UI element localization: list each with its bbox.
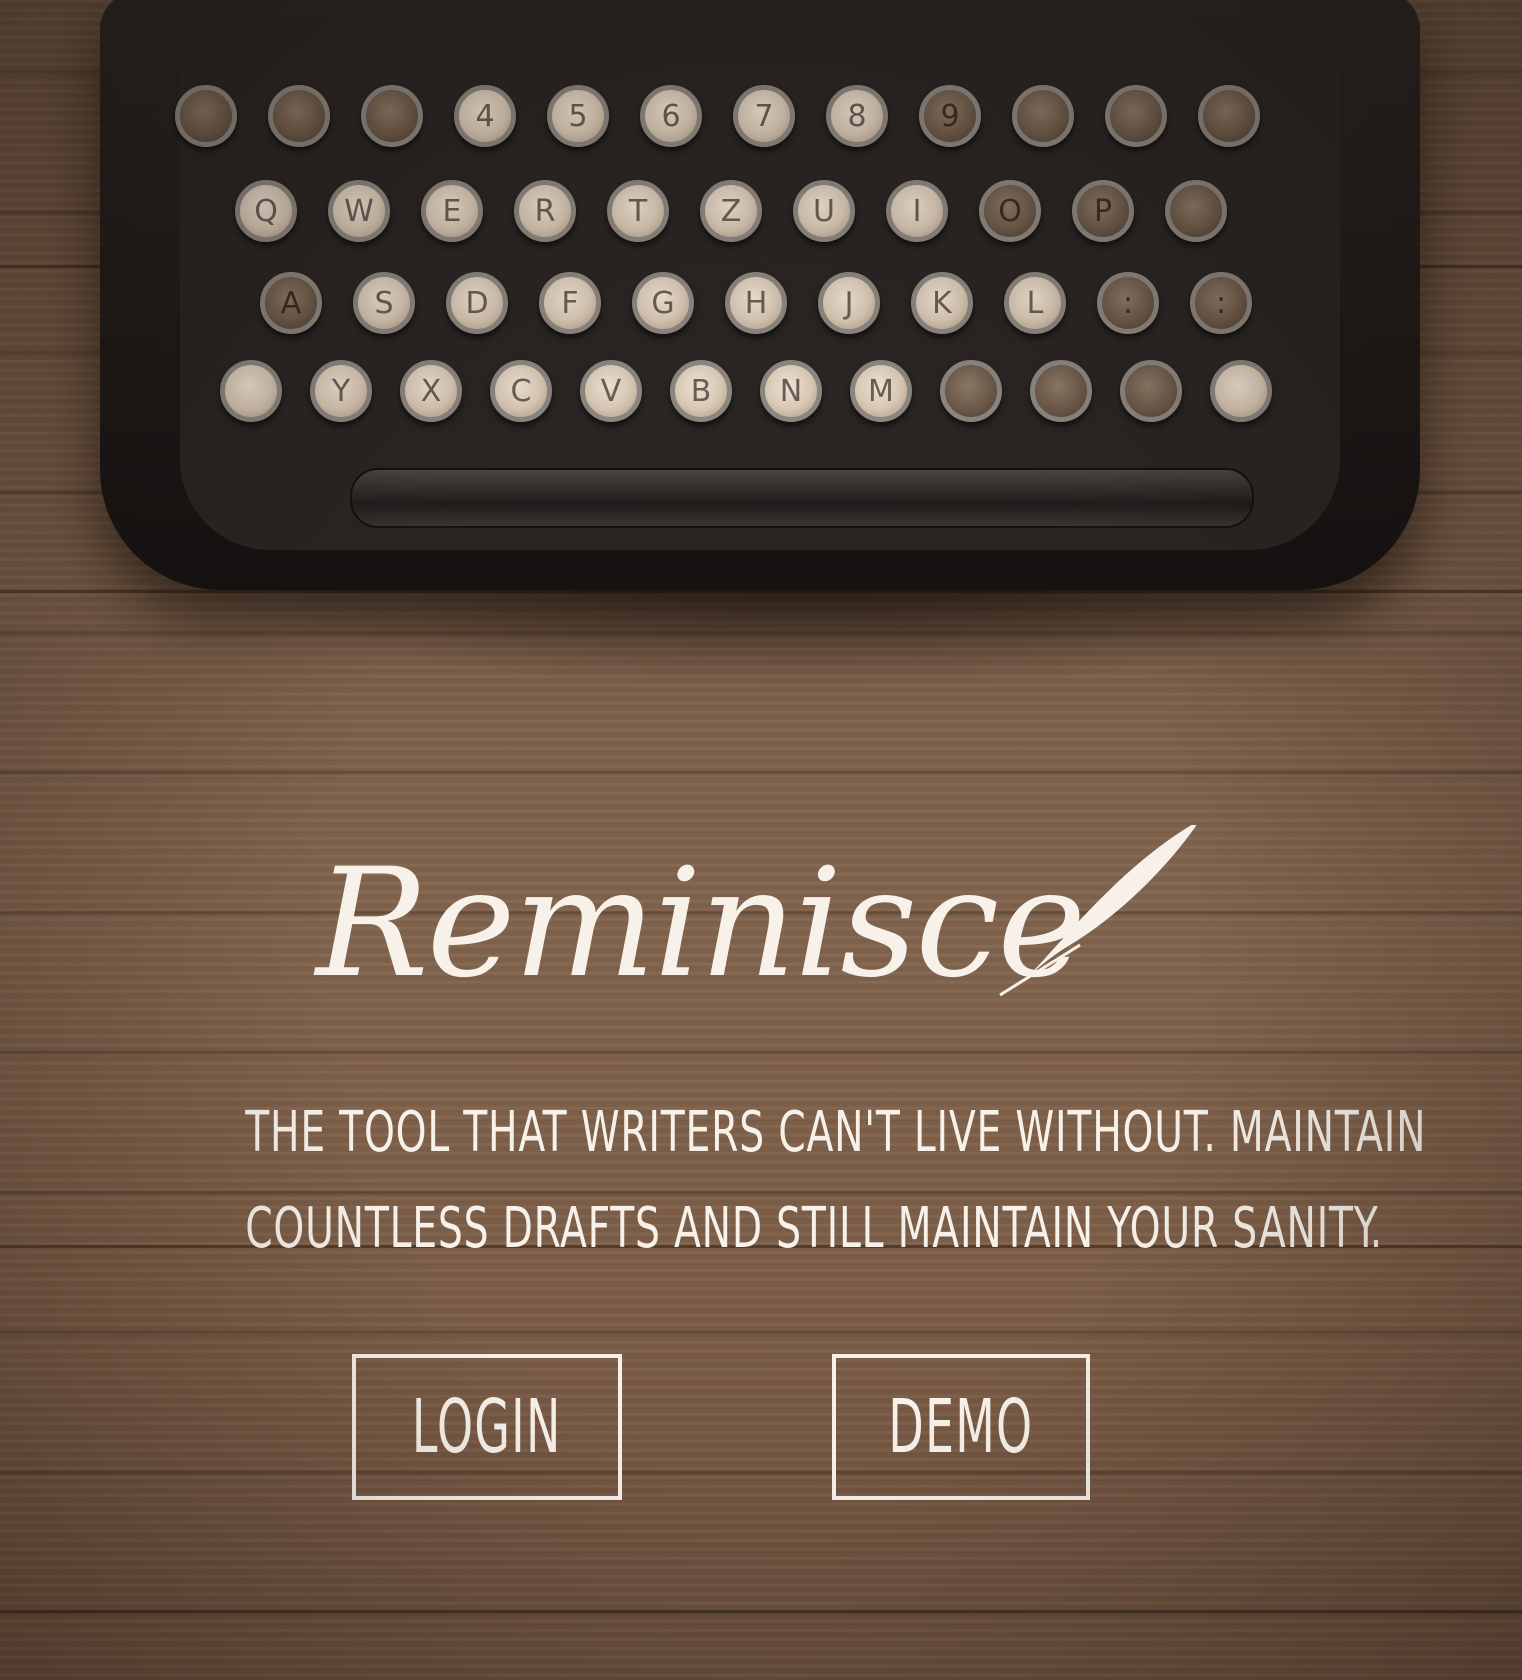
reminisce-logo: Reminisce <box>313 825 1197 1011</box>
typewriter-key: V <box>580 360 642 422</box>
typewriter-key: O <box>979 180 1041 242</box>
demo-button[interactable]: DEMO <box>832 1354 1090 1500</box>
typewriter-key: Z <box>700 180 762 242</box>
typewriter-key: H <box>725 272 787 334</box>
typewriter-key <box>1105 85 1167 147</box>
typewriter-key: N <box>760 360 822 422</box>
typewriter-key <box>220 360 282 422</box>
logo-text: Reminisce <box>313 837 1084 1011</box>
login-button[interactable]: LOGIN <box>352 1354 622 1500</box>
typewriter-key: K <box>911 272 973 334</box>
typewriter-key: X <box>400 360 462 422</box>
typewriter-key <box>1012 85 1074 147</box>
typewriter-image: 456789QWERTZUIOPASDFGHJKL::YXCVBNM <box>60 0 1460 690</box>
typewriter-key <box>175 85 237 147</box>
typewriter-space-bar <box>350 468 1254 528</box>
typewriter-key: D <box>446 272 508 334</box>
typewriter-key: J <box>818 272 880 334</box>
typewriter-key: L <box>1004 272 1066 334</box>
typewriter-key: : <box>1097 272 1159 334</box>
typewriter-key: W <box>328 180 390 242</box>
typewriter-key: M <box>850 360 912 422</box>
typewriter-key: R <box>514 180 576 242</box>
typewriter-key: P <box>1072 180 1134 242</box>
typewriter-key <box>1210 360 1272 422</box>
typewriter-key: Q <box>235 180 297 242</box>
typewriter-key: A <box>260 272 322 334</box>
typewriter-key: 6 <box>640 85 702 147</box>
wood-plank-seam <box>0 1610 1522 1613</box>
typewriter-key: Y <box>310 360 372 422</box>
typewriter-key: T <box>607 180 669 242</box>
typewriter-key: S <box>353 272 415 334</box>
typewriter-key <box>1030 360 1092 422</box>
typewriter-key <box>1165 180 1227 242</box>
tagline: The tool that writers can't live without… <box>245 1085 1427 1277</box>
typewriter-key: C <box>490 360 552 422</box>
typewriter-key: 9 <box>919 85 981 147</box>
typewriter-key: 4 <box>454 85 516 147</box>
typewriter-key <box>940 360 1002 422</box>
typewriter-key: I <box>886 180 948 242</box>
typewriter-key <box>361 85 423 147</box>
typewriter-key: F <box>539 272 601 334</box>
typewriter-key: 7 <box>733 85 795 147</box>
typewriter-key: E <box>421 180 483 242</box>
typewriter-key <box>268 85 330 147</box>
typewriter-key: U <box>793 180 855 242</box>
typewriter-key: 5 <box>547 85 609 147</box>
typewriter-key: 8 <box>826 85 888 147</box>
demo-button-label: DEMO <box>888 1384 1034 1470</box>
typewriter-key <box>1198 85 1260 147</box>
typewriter-key: B <box>670 360 732 422</box>
login-button-label: LOGIN <box>412 1384 562 1470</box>
typewriter-key: G <box>632 272 694 334</box>
typewriter-key <box>1120 360 1182 422</box>
tagline-line-2: countless drafts and still maintain your… <box>245 1196 1383 1261</box>
tagline-line-1: The tool that writers can't live without… <box>245 1100 1427 1165</box>
typewriter-key: : <box>1190 272 1252 334</box>
landing-page: 456789QWERTZUIOPASDFGHJKL::YXCVBNM Remin… <box>0 0 1522 1680</box>
